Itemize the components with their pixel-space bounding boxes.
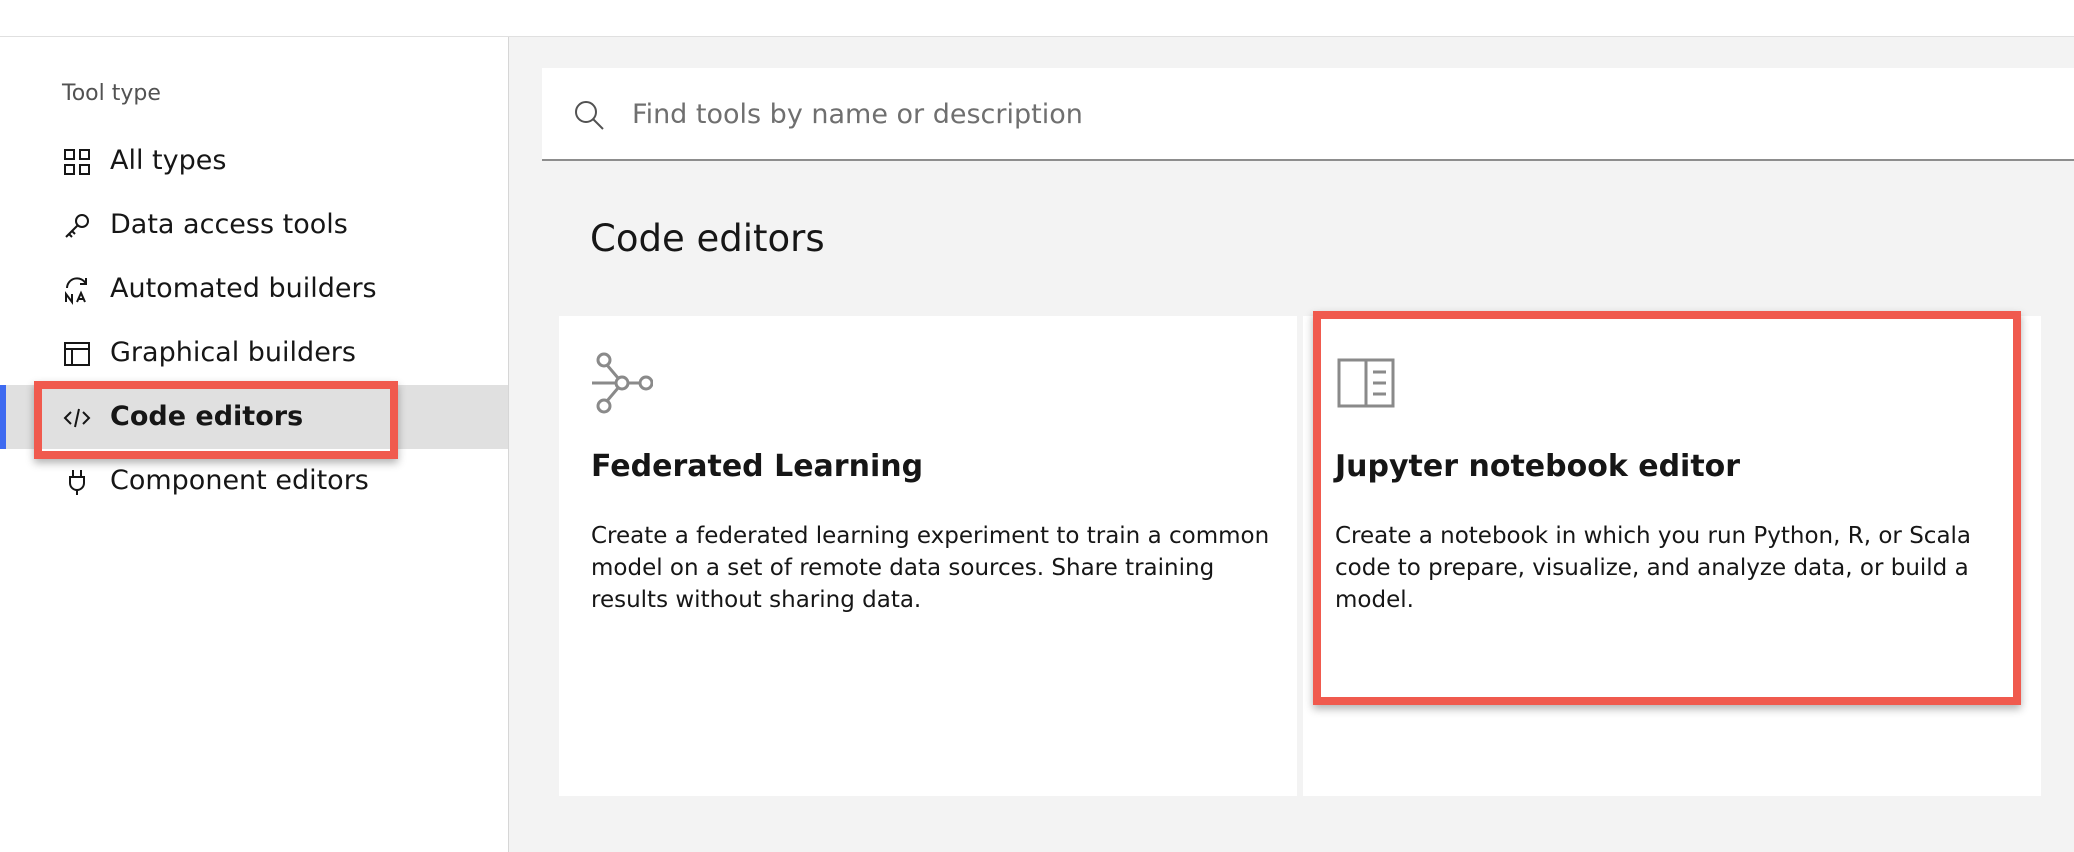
- sidebar-item-label: Component editors: [110, 465, 369, 496]
- code-icon: [62, 403, 92, 433]
- key-icon: [62, 211, 92, 241]
- plug-icon: [62, 467, 92, 497]
- network-icon: [591, 352, 654, 414]
- sidebar-item-label: Automated builders: [110, 273, 377, 304]
- card-title: Federated Learning: [591, 449, 924, 484]
- sidebar-item-component-editors[interactable]: Component editors: [0, 449, 508, 513]
- card-description: Create a federated learning experiment t…: [591, 523, 1270, 613]
- search-input[interactable]: [630, 90, 2034, 138]
- window-icon: [62, 339, 92, 369]
- sidebar-item-label: Graphical builders: [110, 337, 356, 368]
- sidebar-item-label: Data access tools: [110, 209, 348, 240]
- sidebar-item-label: Code editors: [110, 401, 304, 432]
- search-bar: [542, 68, 2074, 161]
- card-description: Create a notebook in which you run Pytho…: [1335, 523, 1972, 613]
- automation-icon: [62, 275, 92, 305]
- section-title: Code editors: [590, 217, 825, 260]
- sidebar-heading: Tool type: [62, 81, 161, 106]
- main-content: Code editors Federated Learning Create a…: [509, 37, 2074, 852]
- card-title: Jupyter notebook editor: [1335, 449, 1741, 484]
- sidebar-item-code-editors[interactable]: Code editors: [0, 385, 508, 449]
- sidebar-item-label: All types: [110, 145, 227, 176]
- grid-icon: [62, 147, 92, 177]
- notebook-icon: [1335, 352, 1397, 414]
- sidebar-item-graphical-builders[interactable]: Graphical builders: [0, 321, 508, 385]
- card-federated-learning[interactable]: Federated Learning Create a federated le…: [559, 316, 1297, 796]
- search-icon: [572, 98, 606, 132]
- sidebar: Tool type All types Data access tools Au…: [0, 37, 509, 852]
- sidebar-item-data-access-tools[interactable]: Data access tools: [0, 193, 508, 257]
- top-bar: [0, 0, 2074, 37]
- sidebar-item-automated-builders[interactable]: Automated builders: [0, 257, 508, 321]
- card-jupyter-notebook-editor[interactable]: Jupyter notebook editor Create a noteboo…: [1303, 316, 2041, 796]
- sidebar-item-all-types[interactable]: All types: [0, 129, 508, 193]
